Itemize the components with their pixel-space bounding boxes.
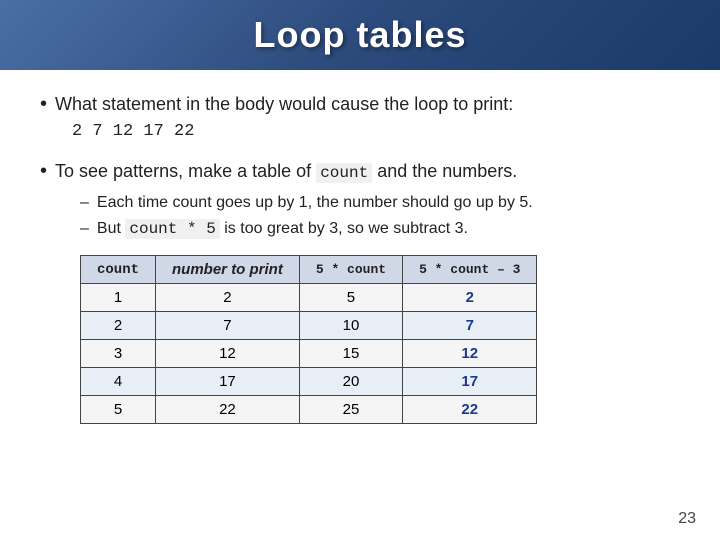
bullet2-text: To see patterns, make a table of count a… [55, 159, 517, 184]
table-container: count number to print 5 * count 5 * coun… [80, 255, 680, 424]
table-cell: 22 [403, 396, 537, 424]
table-cell: 15 [299, 340, 402, 368]
page-title: Loop tables [253, 14, 466, 56]
code-count: count [316, 163, 372, 183]
table-row: 4172017 [81, 368, 537, 396]
sub-bullets: Each time count goes up by 1, the number… [80, 191, 680, 241]
content: • What statement in the body would cause… [0, 70, 720, 460]
table-cell: 2 [403, 284, 537, 312]
table-cell: 7 [403, 312, 537, 340]
header: Loop tables [0, 0, 720, 70]
bullet-dot-1: • [40, 90, 47, 118]
table-cell: 1 [81, 284, 156, 312]
table-row: 1252 [81, 284, 537, 312]
table-cell: 3 [81, 340, 156, 368]
bullet1-text: What statement in the body would cause t… [55, 92, 513, 117]
table-cell: 5 [299, 284, 402, 312]
col-header-5-count: 5 * count [299, 256, 402, 284]
table-row: 27107 [81, 312, 537, 340]
table-cell: 10 [299, 312, 402, 340]
table-header-row: count number to print 5 * count 5 * coun… [81, 256, 537, 284]
table-cell: 2 [81, 312, 156, 340]
page-number: 23 [678, 510, 696, 528]
table-cell: 17 [156, 368, 300, 396]
col-header-number-to-print: number to print [156, 256, 300, 284]
col-header-5-count-minus-3: 5 * count – 3 [403, 256, 537, 284]
table-cell: 7 [156, 312, 300, 340]
bullet-dot-2: • [40, 157, 47, 185]
table-row: 5222522 [81, 396, 537, 424]
table-cell: 25 [299, 396, 402, 424]
table-cell: 4 [81, 368, 156, 396]
code-count-times-5: count * 5 [125, 219, 219, 239]
table-cell: 2 [156, 284, 300, 312]
table-row: 3121512 [81, 340, 537, 368]
bullet-item-2: • To see patterns, make a table of count… [40, 157, 680, 424]
sub-bullet-1: Each time count goes up by 1, the number… [80, 191, 680, 215]
table-cell: 12 [403, 340, 537, 368]
table-cell: 5 [81, 396, 156, 424]
table-cell: 17 [403, 368, 537, 396]
bullet-item-1: • What statement in the body would cause… [40, 90, 680, 141]
col-header-count: count [81, 256, 156, 284]
table-cell: 22 [156, 396, 300, 424]
table-cell: 20 [299, 368, 402, 396]
table-cell: 12 [156, 340, 300, 368]
sub-bullet-2: But count * 5 is too great by 3, so we s… [80, 217, 680, 241]
bullet1-code: 2 7 12 17 22 [72, 122, 680, 141]
loop-table: count number to print 5 * count 5 * coun… [80, 255, 537, 424]
